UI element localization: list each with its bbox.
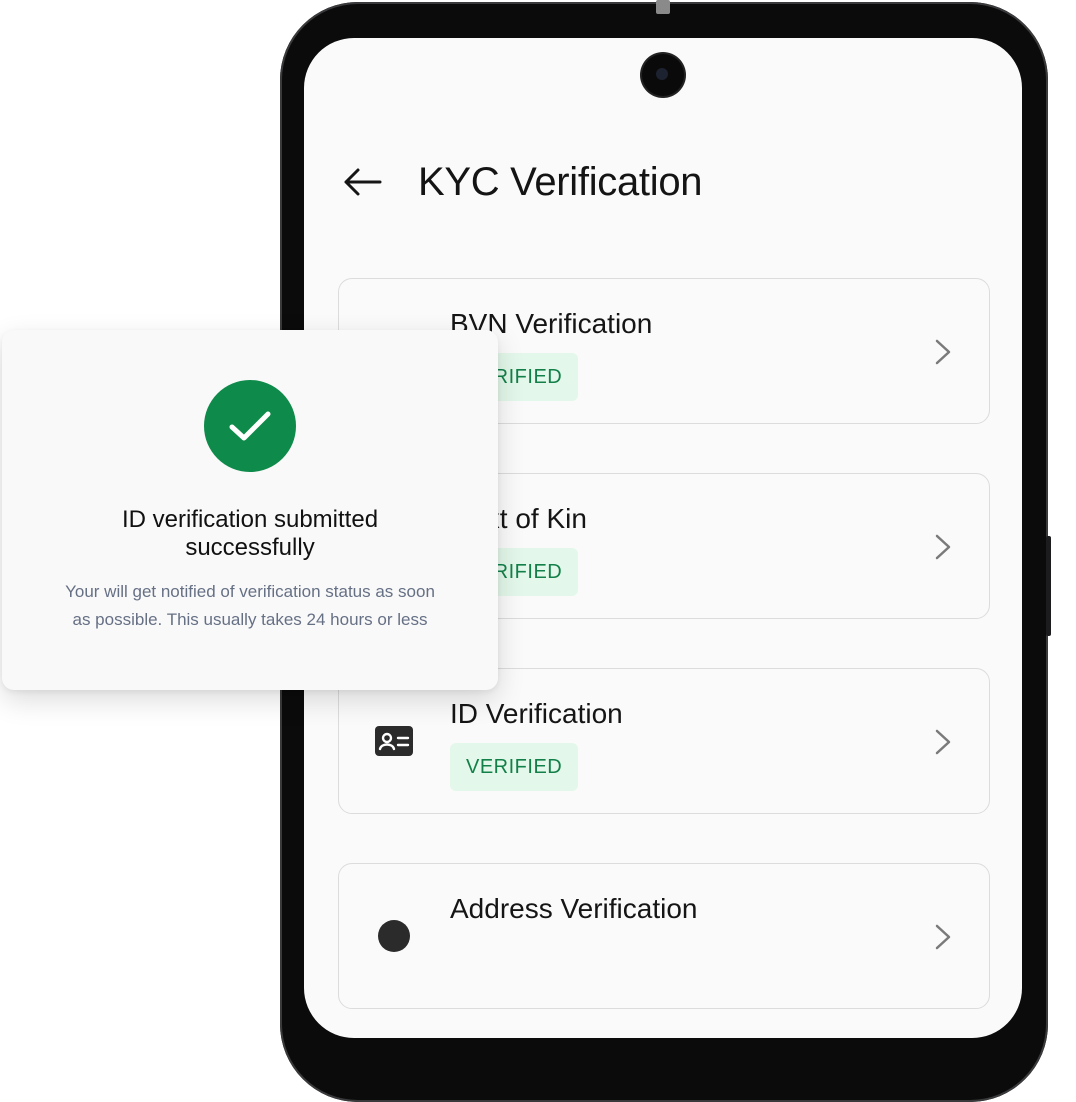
dialog-title-line-2: successfully xyxy=(185,534,315,561)
dialog-title: ID verification submitted successfully xyxy=(2,506,498,562)
address-verification-card[interactable]: Address Verification xyxy=(338,863,990,1009)
chevron-right-icon xyxy=(935,729,951,755)
chevron-right-icon xyxy=(935,534,951,560)
location-pin-icon xyxy=(378,920,410,952)
arrow-left-icon xyxy=(344,168,382,196)
success-dialog: ID verification submitted successfully Y… xyxy=(2,330,498,690)
checkmark-icon xyxy=(229,411,271,441)
dialog-message-line-2: as possible. This usually takes 24 hours… xyxy=(72,610,428,629)
id-card-icon xyxy=(375,726,413,756)
status-badge: VERIFIED xyxy=(450,743,579,791)
phone-side-button xyxy=(1046,536,1051,636)
back-button[interactable] xyxy=(340,160,384,204)
chevron-right-icon xyxy=(935,339,951,365)
card-title: Address Verification xyxy=(450,893,698,924)
front-camera xyxy=(642,54,684,96)
chevron-right-icon xyxy=(935,924,951,950)
dialog-message: Your will get notified of verification s… xyxy=(32,578,468,634)
dialog-title-line-1: ID verification submitted xyxy=(121,506,379,533)
phone-top-marker xyxy=(656,0,670,14)
check-circle-icon xyxy=(204,380,296,472)
card-title: ID Verification xyxy=(450,698,623,729)
page-title: KYC Verification xyxy=(418,160,703,204)
dialog-message-line-1: Your will get notified of verification s… xyxy=(65,582,435,601)
